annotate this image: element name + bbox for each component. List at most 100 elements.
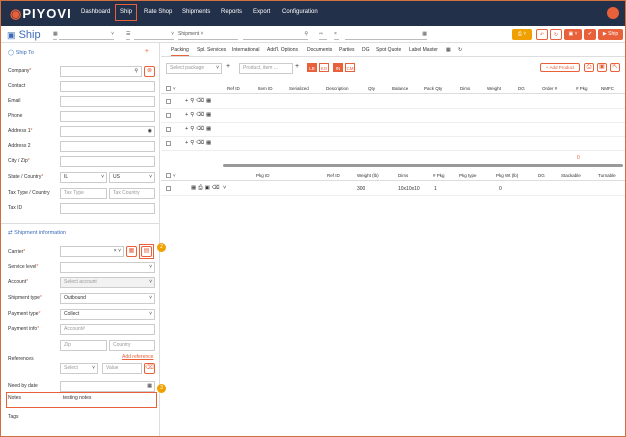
table-row[interactable]: +⚲⌫▦	[161, 109, 625, 123]
address2-input[interactable]	[60, 141, 155, 152]
package-dims[interactable]: 10x10x10	[398, 186, 420, 192]
ship-button[interactable]: ▶ Ship	[598, 29, 623, 40]
row-checkbox[interactable]	[166, 99, 171, 104]
add-reference-link[interactable]: Add reference	[122, 354, 153, 360]
add-product-icon[interactable]: +	[295, 63, 299, 70]
delete-reference-icon[interactable]: ⌫	[144, 363, 155, 374]
toolbar-input-1[interactable]: ⚲	[243, 30, 308, 40]
tab-international[interactable]: International	[232, 47, 260, 53]
reference-value-input[interactable]: Value	[102, 363, 142, 374]
package-select[interactable]: Select package ˅	[166, 63, 222, 74]
package-row-checkbox[interactable]	[166, 186, 171, 191]
row-actions-icons[interactable]: +⚲⌫▦	[185, 112, 213, 118]
user-avatar[interactable]	[607, 7, 619, 19]
nav-export[interactable]: Export	[253, 9, 270, 15]
thumbs-up-button[interactable]: ✔	[584, 29, 596, 40]
add-product-button[interactable]: + Add Product	[540, 63, 580, 72]
package-weight[interactable]: 300	[357, 186, 365, 192]
nav-configuration[interactable]: Configuration	[282, 9, 318, 15]
row-checkbox[interactable]	[166, 141, 171, 146]
shipment-type-select[interactable]: Outbound ˅	[60, 293, 155, 304]
table-row[interactable]: +⚲⌫▦	[161, 95, 625, 109]
undo-button[interactable]: ↶	[536, 29, 548, 40]
save-menu-button[interactable]: ▣ ˅	[564, 29, 582, 40]
shipment-info-header[interactable]: ⇄ Shipment information	[8, 230, 66, 236]
refresh-icon[interactable]: ↻	[458, 47, 462, 53]
unit-cm[interactable]: CM	[345, 63, 355, 72]
print-icon[interactable]: ⎙	[584, 63, 594, 72]
select-all-packages-checkbox[interactable]	[166, 173, 171, 178]
chevron-down-icon[interactable]: ˅	[173, 173, 176, 178]
address1-input[interactable]: ◉	[60, 126, 155, 137]
toolbar-select-1[interactable]: ˅	[59, 30, 114, 40]
reference-type-select[interactable]: Select ˅	[60, 363, 98, 374]
zip-input[interactable]: Zip	[60, 340, 107, 351]
tab-spot-quote[interactable]: Spot Quote	[376, 47, 401, 53]
close-icon[interactable]: ×	[334, 30, 339, 40]
row-checkbox[interactable]	[166, 127, 171, 132]
row-actions-icons[interactable]: +⚲⌫▦	[185, 98, 213, 104]
package-count[interactable]: 1	[434, 186, 437, 192]
package-row-actions-icons[interactable]: ▦⎙▣⌫	[191, 185, 222, 192]
table-row[interactable]: +⚲⌫▦	[161, 123, 625, 137]
unit-in[interactable]: IN	[333, 63, 343, 72]
grid-icon[interactable]: ▦	[53, 30, 58, 40]
print-menu-button[interactable]: ⎙ ˅	[512, 29, 532, 40]
service-level-select[interactable]: ˅	[60, 262, 155, 273]
company-input[interactable]: ⚲	[60, 66, 142, 77]
nav-rate-shop[interactable]: Rate Shop	[144, 9, 172, 15]
nav-dashboard[interactable]: Dashboard	[81, 9, 110, 15]
chevron-down-icon[interactable]: ˅	[223, 185, 226, 191]
product-search-input[interactable]: Product, item ...	[239, 63, 293, 74]
contact-input[interactable]	[60, 81, 155, 92]
country-input[interactable]: US ˅	[109, 172, 155, 183]
tab-parties[interactable]: Parties	[339, 47, 355, 53]
nav-shipments[interactable]: Shipments	[182, 9, 210, 15]
table-row[interactable]: +⚲⌫▦	[161, 137, 625, 151]
city-zip-input[interactable]	[60, 156, 155, 167]
nav-reports[interactable]: Reports	[221, 9, 242, 15]
package-wt[interactable]: 0	[499, 186, 502, 192]
unit-kg[interactable]: KG	[319, 63, 329, 72]
unit-lb[interactable]: LB	[307, 63, 317, 72]
payment-type-select[interactable]: Collect ˅	[60, 309, 155, 320]
tab-label-master[interactable]: Label Master	[409, 47, 438, 53]
chevron-down-icon[interactable]: ˅	[173, 86, 176, 91]
row-actions-icons[interactable]: +⚲⌫▦	[185, 126, 213, 132]
tab-addl-options[interactable]: Add'l. Options	[267, 47, 298, 53]
location-icon[interactable]: ◉	[148, 127, 154, 136]
box-icon[interactable]: ▣	[597, 63, 607, 72]
carrier-select[interactable]: × ˅	[60, 246, 124, 257]
add-package-icon[interactable]: +	[226, 63, 230, 70]
shipment-select[interactable]: Shipment ˅	[178, 30, 238, 40]
expand-icon[interactable]: ⇱	[610, 63, 620, 72]
tax-type-input[interactable]: Tax Type	[60, 188, 107, 199]
phone-input[interactable]	[60, 111, 155, 122]
carrier-settings-icon[interactable]: ▤	[141, 246, 152, 257]
tax-country-input[interactable]: Tax Country	[109, 188, 155, 199]
notes-textarea[interactable]: testing notes	[60, 394, 155, 406]
payment-country-input[interactable]: Country	[109, 340, 155, 351]
ship-to-header[interactable]: ◯ Ship To	[8, 50, 34, 56]
copy-icon[interactable]: ▦	[446, 47, 451, 53]
tab-documents[interactable]: Documents	[307, 47, 332, 53]
row-actions-icons[interactable]: +⚲⌫▦	[185, 140, 213, 146]
clear-company-icon[interactable]: ⊗	[144, 66, 155, 77]
tab-dg[interactable]: DG	[362, 47, 370, 53]
refresh-button[interactable]: ↻	[550, 29, 562, 40]
state-input[interactable]: IL ˅	[60, 172, 107, 183]
package-row[interactable]: ▦⎙▣⌫ ˅ 300 10x10x10 1 0	[161, 182, 625, 196]
select-all-checkbox[interactable]	[166, 86, 171, 91]
date-input[interactable]: ▦	[345, 30, 427, 40]
need-by-date-input[interactable]: ▦	[60, 381, 155, 392]
forward-icon[interactable]: ⇨	[319, 30, 327, 40]
piyovi-logo[interactable]: ◉PIYOVI	[10, 6, 72, 22]
tab-packing[interactable]: Packing	[171, 47, 189, 56]
row-checkbox[interactable]	[166, 113, 171, 118]
tab-spl-services[interactable]: Spl. Services	[197, 47, 226, 53]
horizontal-scrollbar[interactable]	[223, 164, 623, 167]
search-icon[interactable]: ⚲	[134, 67, 141, 76]
list-icon[interactable]: ☰	[126, 30, 130, 40]
toolbar-select-2[interactable]: ˅	[134, 30, 174, 40]
add-ship-to-icon[interactable]: +	[145, 48, 149, 55]
